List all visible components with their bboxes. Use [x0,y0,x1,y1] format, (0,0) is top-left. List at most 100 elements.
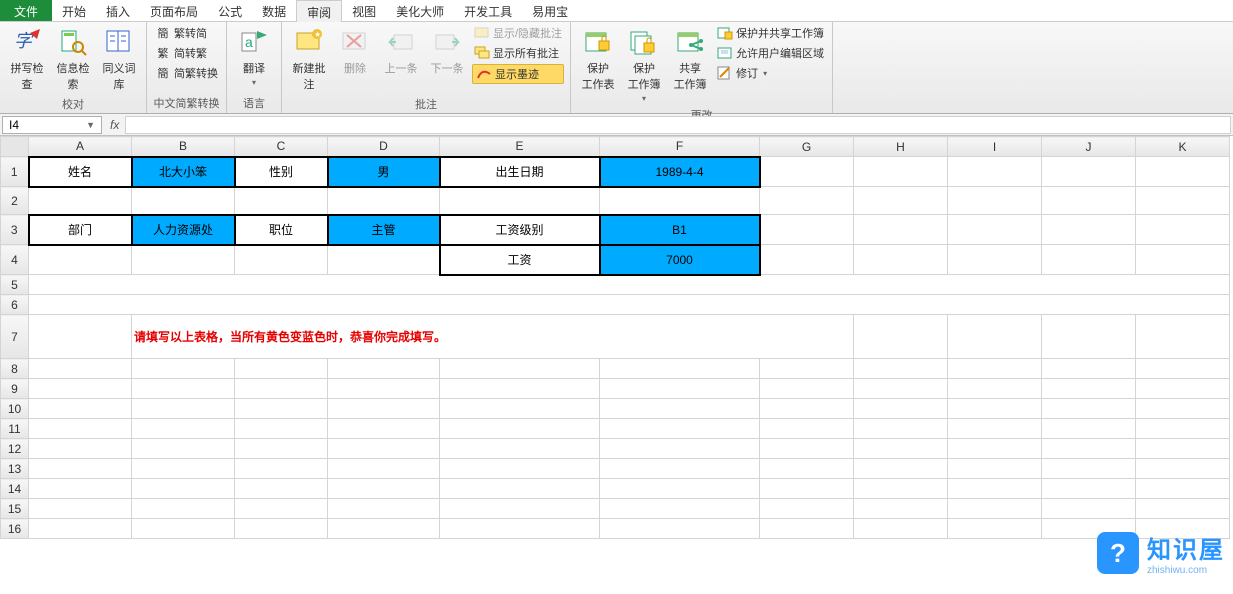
cell[interactable] [29,187,132,215]
toggle-chinese-button[interactable]: 簡简繁转换 [153,64,220,82]
col-header[interactable]: H [854,137,948,157]
tab-formula[interactable]: 公式 [208,0,252,21]
tab-beautify[interactable]: 美化大师 [386,0,454,21]
cell[interactable] [600,479,760,499]
cell[interactable] [1136,359,1230,379]
tab-layout[interactable]: 页面布局 [140,0,208,21]
cell[interactable] [1136,399,1230,419]
cell[interactable] [440,399,600,419]
protect-share-button[interactable]: 保护并共享工作簿 [715,24,826,42]
cell[interactable] [29,399,132,419]
cell[interactable] [854,187,948,215]
cell[interactable] [948,245,1042,275]
tab-eyb[interactable]: 易用宝 [522,0,578,21]
chevron-down-icon[interactable]: ▼ [86,120,95,130]
cell[interactable] [29,379,132,399]
cell[interactable] [600,419,760,439]
row-header[interactable]: 7 [1,315,29,359]
cell[interactable] [600,439,760,459]
cell[interactable] [760,215,854,245]
cell[interactable] [1136,459,1230,479]
cell[interactable] [328,245,440,275]
cell[interactable] [1136,439,1230,459]
cell[interactable] [948,459,1042,479]
cell[interactable] [854,245,948,275]
cell[interactable] [328,419,440,439]
tab-developer[interactable]: 开发工具 [454,0,522,21]
cell[interactable] [440,379,600,399]
cell[interactable] [328,459,440,479]
row-header[interactable]: 3 [1,215,29,245]
cell[interactable] [440,187,600,215]
cell-E1[interactable]: 出生日期 [440,157,600,187]
protect-workbook-button[interactable]: 保护 工作簿 ▾ [623,24,665,105]
showhide-comment-button[interactable]: 显示/隐藏批注 [472,24,564,42]
cell[interactable] [29,479,132,499]
col-header[interactable]: A [29,137,132,157]
cell[interactable] [328,379,440,399]
cell-B1[interactable]: 北大小笨 [132,157,235,187]
tab-home[interactable]: 开始 [52,0,96,21]
fx-label[interactable]: fx [104,118,125,132]
cell-B3[interactable]: 人力资源处 [132,215,235,245]
cell[interactable] [760,245,854,275]
spellcheck-button[interactable]: 字 拼写检查 [6,24,48,94]
instruction-note[interactable]: 请填写以上表格，当所有黄色变蓝色时，恭喜你完成填写。 [132,315,854,359]
cell[interactable] [854,479,948,499]
cell[interactable] [1042,399,1136,419]
row-header[interactable]: 5 [1,275,29,295]
cell[interactable] [235,519,328,539]
tab-view[interactable]: 视图 [342,0,386,21]
row-header[interactable]: 9 [1,379,29,399]
cell[interactable] [948,479,1042,499]
cell[interactable] [854,315,948,359]
cell[interactable] [948,379,1042,399]
cell-E4[interactable]: 工资 [440,245,600,275]
cell-D3[interactable]: 主管 [328,215,440,245]
cell[interactable] [760,459,854,479]
cell[interactable] [854,399,948,419]
cell[interactable] [328,187,440,215]
cell[interactable] [440,519,600,539]
showall-comments-button[interactable]: 显示所有批注 [472,44,564,62]
cell[interactable] [132,245,235,275]
row-header[interactable]: 11 [1,419,29,439]
cell[interactable] [235,459,328,479]
cell[interactable] [760,499,854,519]
cell[interactable] [235,479,328,499]
col-header[interactable]: C [235,137,328,157]
cell[interactable] [854,459,948,479]
cell[interactable] [948,315,1042,359]
track-changes-button[interactable]: 修订▾ [715,64,826,82]
row-header[interactable]: 2 [1,187,29,215]
col-header[interactable]: J [1042,137,1136,157]
cell[interactable] [854,499,948,519]
cell-F3[interactable]: B1 [600,215,760,245]
cell[interactable] [760,439,854,459]
cell[interactable] [29,359,132,379]
col-header[interactable]: I [948,137,1042,157]
col-header[interactable]: E [440,137,600,157]
cell[interactable] [1136,479,1230,499]
cell[interactable] [29,519,132,539]
allow-edit-button[interactable]: 允许用户编辑区域 [715,44,826,62]
cell[interactable] [328,479,440,499]
cell[interactable] [1136,419,1230,439]
cell-A1[interactable]: 姓名 [29,157,132,187]
cell[interactable] [948,519,1042,539]
cell[interactable] [1136,379,1230,399]
cell[interactable] [29,275,1230,295]
cell[interactable] [1042,359,1136,379]
cell[interactable] [1042,187,1136,215]
delete-comment-button[interactable]: 删除 [334,24,376,78]
next-comment-button[interactable]: 下一条 [426,24,468,78]
cell[interactable] [948,157,1042,187]
cell[interactable] [1136,499,1230,519]
col-header[interactable]: G [760,137,854,157]
cell[interactable] [1042,459,1136,479]
translate-button[interactable]: a 翻译 ▾ [233,24,275,89]
cell[interactable] [1042,215,1136,245]
tab-data[interactable]: 数据 [252,0,296,21]
cell[interactable] [760,157,854,187]
cell[interactable] [948,419,1042,439]
